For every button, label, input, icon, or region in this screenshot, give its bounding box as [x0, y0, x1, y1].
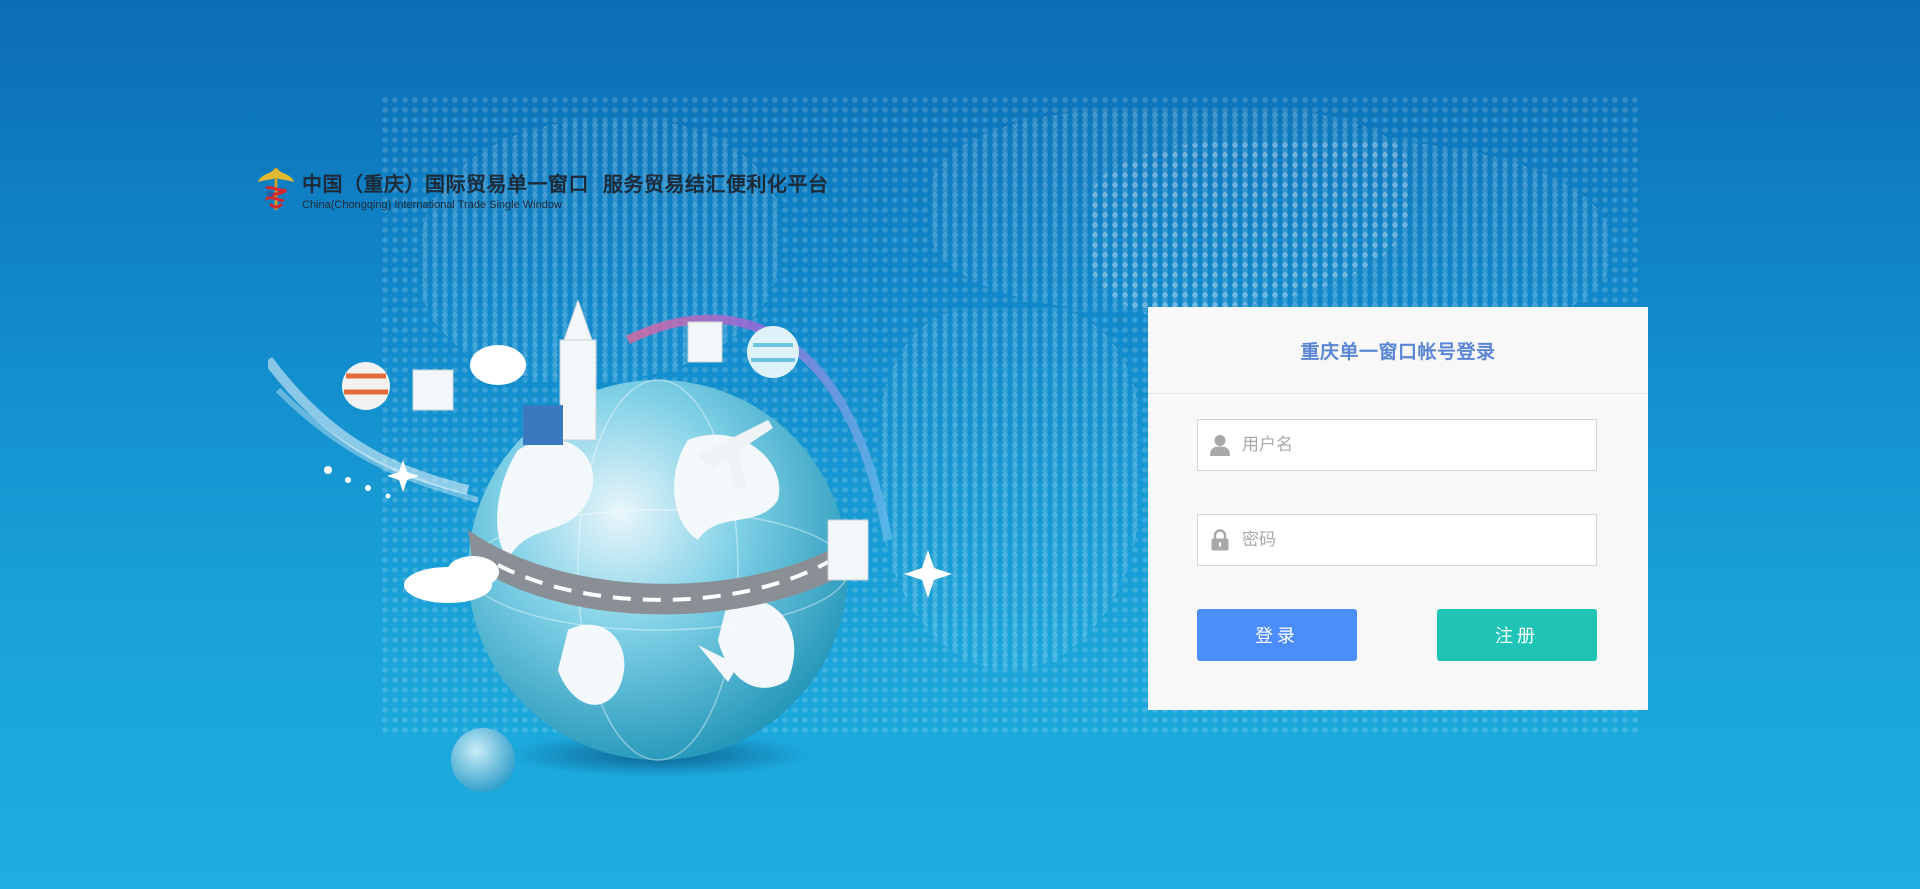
platform-title: 中国（重庆）国际贸易单一窗口 服务贸易结汇便利化平台 [302, 168, 829, 197]
lock-icon [1198, 515, 1242, 565]
register-button[interactable]: 注册 [1437, 609, 1597, 661]
password-field[interactable] [1197, 514, 1597, 566]
username-input[interactable] [1242, 421, 1596, 469]
login-button[interactable]: 登录 [1197, 609, 1357, 661]
username-field[interactable] [1197, 419, 1597, 471]
site-header: 中国（重庆）国际贸易单一窗口 服务贸易结汇便利化平台 China(Chongqin… [256, 164, 829, 214]
login-title: 重庆单一窗口帐号登录 [1148, 307, 1648, 394]
globe-illustration [264, 298, 988, 820]
user-icon [1198, 420, 1242, 470]
platform-title-main: 中国（重庆）国际贸易单一窗口 [302, 171, 589, 196]
login-page: 中国（重庆）国际贸易单一窗口 服务贸易结汇便利化平台 China(Chongqin… [0, 0, 1920, 889]
password-input[interactable] [1242, 516, 1596, 564]
platform-title-service: 服务贸易结汇便利化平台 [603, 171, 829, 196]
login-panel: 重庆单一窗口帐号登录 登录 注册 [1148, 307, 1648, 710]
platform-subtitle: China(Chongqing) International Trade Sin… [302, 198, 562, 211]
customs-emblem-logo [256, 164, 296, 214]
